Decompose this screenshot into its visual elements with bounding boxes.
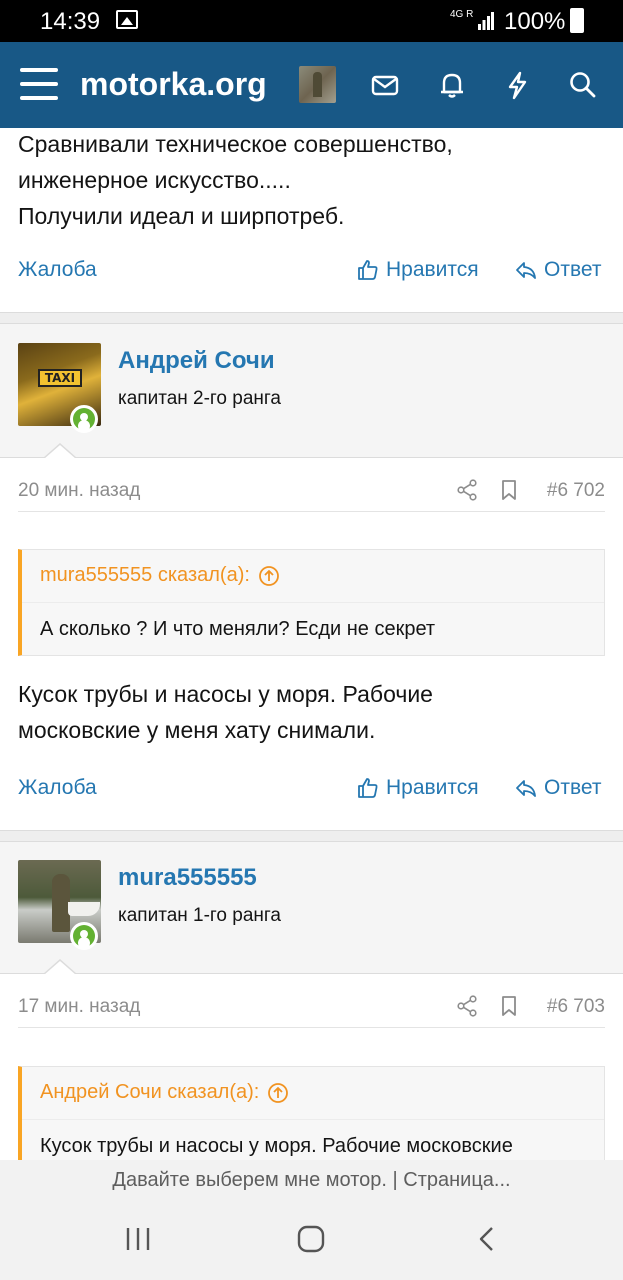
post-body: Кусок трубы и насосы у моря. Рабочие мос…	[18, 676, 433, 748]
post-number[interactable]: #6 702	[547, 480, 605, 502]
reply-arrow-icon	[516, 780, 536, 797]
quote-text: Кусок трубы и насосы у моря. Рабочие мос…	[40, 1135, 513, 1157]
quote-author: mura555555 сказал(а):	[40, 564, 250, 586]
account-avatar[interactable]	[299, 66, 336, 103]
quote-block: mura555555 сказал(а): А сколько ? И что …	[18, 549, 605, 656]
post-6702: 20 мин. назад #6 702 mura555555 сказал(а…	[0, 458, 623, 830]
post-separator	[0, 830, 623, 842]
post-time[interactable]: 20 мин. назад	[18, 480, 140, 502]
boat-image	[68, 902, 100, 916]
site-header: motorka.org	[0, 42, 623, 128]
quote-divider	[22, 1119, 604, 1120]
recent-apps-icon[interactable]	[123, 1224, 153, 1254]
post-line: Кусок трубы и насосы у моря. Рабочие	[18, 681, 433, 707]
reply-button[interactable]: Ответ	[514, 776, 601, 800]
like-button[interactable]: Нравится	[356, 776, 479, 800]
thumbs-up-icon	[358, 260, 378, 280]
reply-arrow-icon	[516, 262, 536, 279]
status-time: 14:39	[40, 8, 101, 35]
battery-percent: 100%	[504, 8, 566, 35]
post-previous: Сравнивали техническое совершенство, инж…	[0, 128, 623, 312]
post-body: Сравнивали техническое совершенство, инж…	[18, 126, 453, 234]
share-icon[interactable]	[456, 479, 478, 501]
taxi-sign-image: TAXI	[38, 369, 82, 387]
site-logo[interactable]: motorka.org	[80, 66, 267, 103]
quote-author-link[interactable]: Андрей Сочи сказал(а):	[40, 1081, 289, 1104]
envelope-icon[interactable]	[368, 68, 402, 102]
gallery-notification-icon	[116, 10, 138, 29]
status-bar: 14:39 4G R 100%	[0, 0, 623, 42]
share-icon[interactable]	[456, 995, 478, 1017]
quote-block: Андрей Сочи сказал(а): Кусок трубы и нас…	[18, 1066, 605, 1160]
bell-icon[interactable]	[435, 68, 469, 102]
post-number[interactable]: #6 703	[547, 996, 605, 1018]
online-status-icon	[70, 922, 98, 950]
search-icon[interactable]	[566, 68, 600, 102]
user-title: капитан 2-го ранга	[118, 388, 281, 409]
arrow-up-circle-icon[interactable]	[267, 1082, 289, 1104]
quote-author-link[interactable]: mura555555 сказал(а):	[40, 564, 280, 587]
post-separator	[0, 312, 623, 324]
post-user-block: TAXI Андрей Сочи капитан 2-го ранга	[0, 324, 623, 459]
user-arrow-fill	[44, 961, 76, 975]
system-navigation-bar	[0, 1200, 623, 1280]
reply-button[interactable]: Ответ	[514, 258, 601, 282]
post-line: московские у меня хату снимали.	[18, 717, 376, 743]
post-line: Получили идеал и ширпотреб.	[18, 203, 345, 229]
network-type: 4G R	[450, 10, 473, 20]
post-time[interactable]: 17 мин. назад	[18, 996, 140, 1018]
user-title: капитан 1-го ранга	[118, 905, 281, 926]
quote-author: Андрей Сочи сказал(а):	[40, 1081, 260, 1103]
online-status-icon	[70, 405, 98, 433]
meta-divider	[18, 511, 605, 512]
post-user-block: mura555555 капитан 1-го ранга	[0, 842, 623, 975]
like-label: Нравится	[386, 776, 479, 799]
username-link[interactable]: mura555555	[118, 864, 257, 892]
network-label: 4G	[450, 9, 464, 20]
hamburger-icon[interactable]	[20, 68, 58, 100]
report-link[interactable]: Жалоба	[18, 258, 97, 282]
quote-text: А сколько ? И что меняли? Есди не секрет	[40, 618, 436, 640]
like-button[interactable]: Нравится	[356, 258, 479, 282]
battery-icon	[570, 8, 584, 33]
quote-divider	[22, 602, 604, 603]
meta-divider	[18, 1027, 605, 1028]
bookmark-icon[interactable]	[498, 995, 520, 1017]
post-line: Сравнивали техническое совершенство,	[18, 131, 453, 157]
like-label: Нравится	[386, 258, 479, 281]
reply-label: Ответ	[544, 258, 602, 281]
roaming-label: R	[466, 9, 474, 20]
username-link[interactable]: Андрей Сочи	[118, 347, 275, 375]
report-link[interactable]: Жалоба	[18, 776, 97, 800]
back-icon[interactable]	[472, 1224, 502, 1254]
post-6703: 17 мин. назад #6 703 Андрей Сочи сказал(…	[0, 974, 623, 1160]
report-label: Жалоба	[18, 776, 97, 799]
user-arrow-fill	[44, 445, 76, 459]
signal-icon	[478, 12, 494, 30]
lightning-icon[interactable]	[500, 68, 534, 102]
post-line: инженерное искусство.....	[18, 167, 291, 193]
browser-page-title[interactable]: Давайте выберем мне мотор. | Страница...	[0, 1160, 623, 1200]
home-icon[interactable]	[296, 1224, 326, 1254]
bookmark-icon[interactable]	[498, 479, 520, 501]
arrow-up-circle-icon[interactable]	[258, 565, 280, 587]
thumbs-up-icon	[358, 778, 378, 798]
report-label: Жалоба	[18, 258, 97, 281]
reply-label: Ответ	[544, 776, 602, 799]
